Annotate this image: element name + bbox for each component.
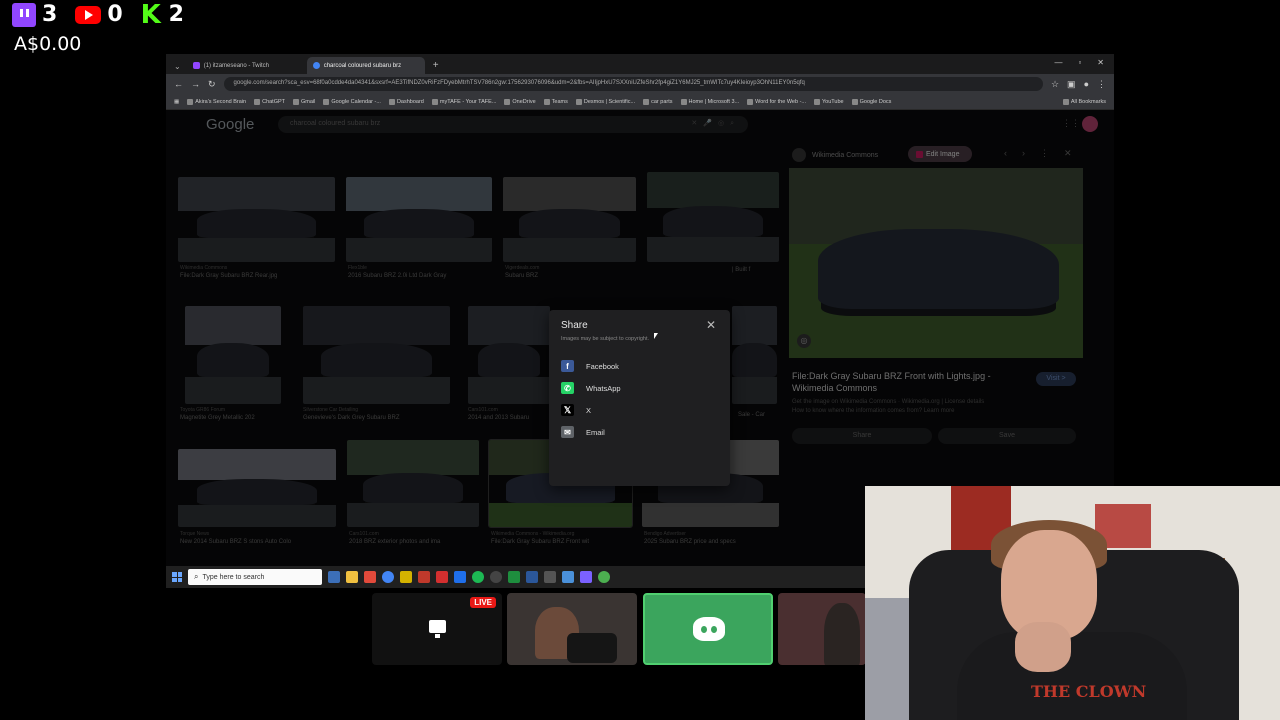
monitor-icon (429, 620, 446, 638)
share-title: Share (561, 320, 588, 331)
app-icon[interactable] (544, 571, 556, 583)
streamer-webcam: THE CLOWN (865, 486, 1280, 720)
bookmark-item[interactable]: OneDrive (504, 98, 536, 105)
reload-icon[interactable]: ↻ (208, 79, 216, 90)
taskbar-search-input[interactable]: ⌕ Type here to search (188, 569, 322, 585)
word-icon[interactable] (526, 571, 538, 583)
browser-toolbar: ← → ↻ google.com/search?sca_esv=68f0a0cd… (166, 74, 1114, 94)
new-tab-icon[interactable]: + (427, 60, 445, 74)
chrome-icon[interactable] (382, 571, 394, 583)
windows-taskbar: ⌕ Type here to search (166, 566, 866, 588)
share-x[interactable]: 𝕏 X (561, 404, 591, 416)
all-bookmarks[interactable]: All Bookmarks (1062, 98, 1106, 105)
kick-icon: K (140, 0, 161, 30)
participant-video-tile[interactable] (507, 593, 637, 665)
app-icon[interactable] (580, 571, 592, 583)
spotify-icon[interactable] (472, 571, 484, 583)
chrome-active-icon[interactable] (598, 571, 610, 583)
share-email[interactable]: ✉ Email (561, 426, 605, 438)
profile-icon[interactable]: ● (1084, 79, 1089, 89)
tab-title: (1) itzameseano - Twitch (203, 62, 269, 69)
bookmark-item[interactable]: Word for the Web -... (747, 98, 806, 105)
bookmark-item[interactable]: Google Docs (851, 98, 891, 105)
windows-start-icon[interactable] (172, 572, 182, 582)
menu-icon[interactable]: ⋮ (1097, 79, 1106, 90)
app-icon[interactable] (364, 571, 376, 583)
maximize-icon[interactable]: ▫ (1078, 58, 1081, 67)
bookmark-item[interactable]: ChatGPT (254, 98, 285, 105)
youtube-icon (75, 5, 102, 24)
donation-total: A$0.00 (14, 33, 82, 55)
tab-title: charcoal coloured subaru brz (323, 62, 402, 69)
tab-twitch[interactable]: (1) itzameseano - Twitch (187, 57, 305, 74)
close-icon[interactable]: ✕ (706, 318, 716, 332)
share-whatsapp[interactable]: ✆ WhatsApp (561, 382, 621, 394)
kick-count: 2 (168, 2, 184, 27)
discord-icon (693, 617, 725, 641)
self-video-tile[interactable] (778, 593, 866, 665)
bookmark-item[interactable]: myTAFE - Your TAFE... (431, 98, 496, 105)
stream-screen: 3 0 K 2 A$0.00 ⌄ (1) itzameseano - Twitc… (0, 0, 1280, 720)
email-icon: ✉ (561, 426, 574, 438)
bookmarks-bar: ▦ Akira's Second Brain ChatGPT Gmail Goo… (166, 94, 1114, 110)
bookmark-item[interactable]: Gmail (293, 98, 315, 105)
screen-share-tile[interactable]: LIVE (372, 593, 502, 665)
tab-google-search[interactable]: charcoal coloured subaru brz (306, 57, 425, 74)
bookmark-item[interactable]: Dashboard (388, 98, 424, 105)
mouse-cursor (654, 333, 658, 339)
file-explorer-icon[interactable] (346, 571, 358, 583)
extensions-icon[interactable]: ▣ (1067, 79, 1076, 90)
youtube-counter: 0 (75, 2, 123, 27)
minimize-icon[interactable]: — (1054, 58, 1062, 67)
twitch-count: 3 (42, 2, 58, 27)
viewer-counters: 3 0 K 2 (12, 0, 184, 30)
bookmark-item[interactable]: YouTube (813, 98, 844, 105)
kick-counter: K 2 (140, 0, 184, 30)
bookmark-item[interactable]: Google Calendar -... (323, 98, 381, 105)
app-icon[interactable] (454, 571, 466, 583)
excel-icon[interactable] (508, 571, 520, 583)
twitch-counter: 3 (12, 2, 57, 27)
tab-strip: ⌄ (1) itzameseano - Twitch charcoal colo… (166, 54, 1114, 74)
obs-icon[interactable] (490, 571, 502, 583)
copyright-note: Images may be subject to copyright. (561, 336, 650, 342)
whatsapp-icon: ✆ (561, 382, 574, 394)
apps-icon[interactable]: ▦ (174, 99, 179, 105)
address-bar[interactable]: google.com/search?sca_esv=68f0a0cdde4da0… (223, 77, 1043, 91)
app-icon[interactable] (562, 571, 574, 583)
google-favicon-icon (312, 62, 320, 69)
bookmark-star-icon[interactable]: ☆ (1051, 79, 1059, 90)
search-icon: ⌕ (194, 572, 199, 581)
share-facebook[interactable]: f Facebook (561, 360, 619, 372)
youtube-count: 0 (107, 2, 123, 27)
bookmark-item[interactable]: car parts (643, 98, 673, 105)
window-controls: — ▫ ✕ (1054, 58, 1104, 67)
tab-search-icon[interactable]: ⌄ (170, 62, 185, 74)
live-badge: LIVE (470, 597, 496, 608)
task-view-icon[interactable] (328, 571, 340, 583)
app-icon[interactable] (400, 571, 412, 583)
twitch-icon (12, 2, 36, 27)
facebook-icon: f (561, 360, 574, 372)
forward-icon[interactable]: → (191, 79, 200, 89)
bookmark-item[interactable]: Home | Microsoft 3... (680, 98, 739, 105)
discord-tile[interactable] (643, 593, 773, 665)
bookmark-item[interactable]: Teams (543, 98, 568, 105)
shirt-print: THE CLOWN (1031, 682, 1147, 701)
x-icon: 𝕏 (561, 404, 574, 416)
share-dialog: Share ✕ Images may be subject to copyrig… (549, 310, 730, 486)
back-icon[interactable]: ← (174, 79, 183, 89)
app-icon[interactable] (418, 571, 430, 583)
acrobat-icon[interactable] (436, 571, 448, 583)
close-window-icon[interactable]: ✕ (1097, 58, 1104, 67)
twitch-favicon-icon (192, 62, 200, 69)
bookmark-item[interactable]: Akira's Second Brain (187, 98, 246, 105)
bookmark-item[interactable]: Desmos | Scientific... (575, 98, 635, 105)
